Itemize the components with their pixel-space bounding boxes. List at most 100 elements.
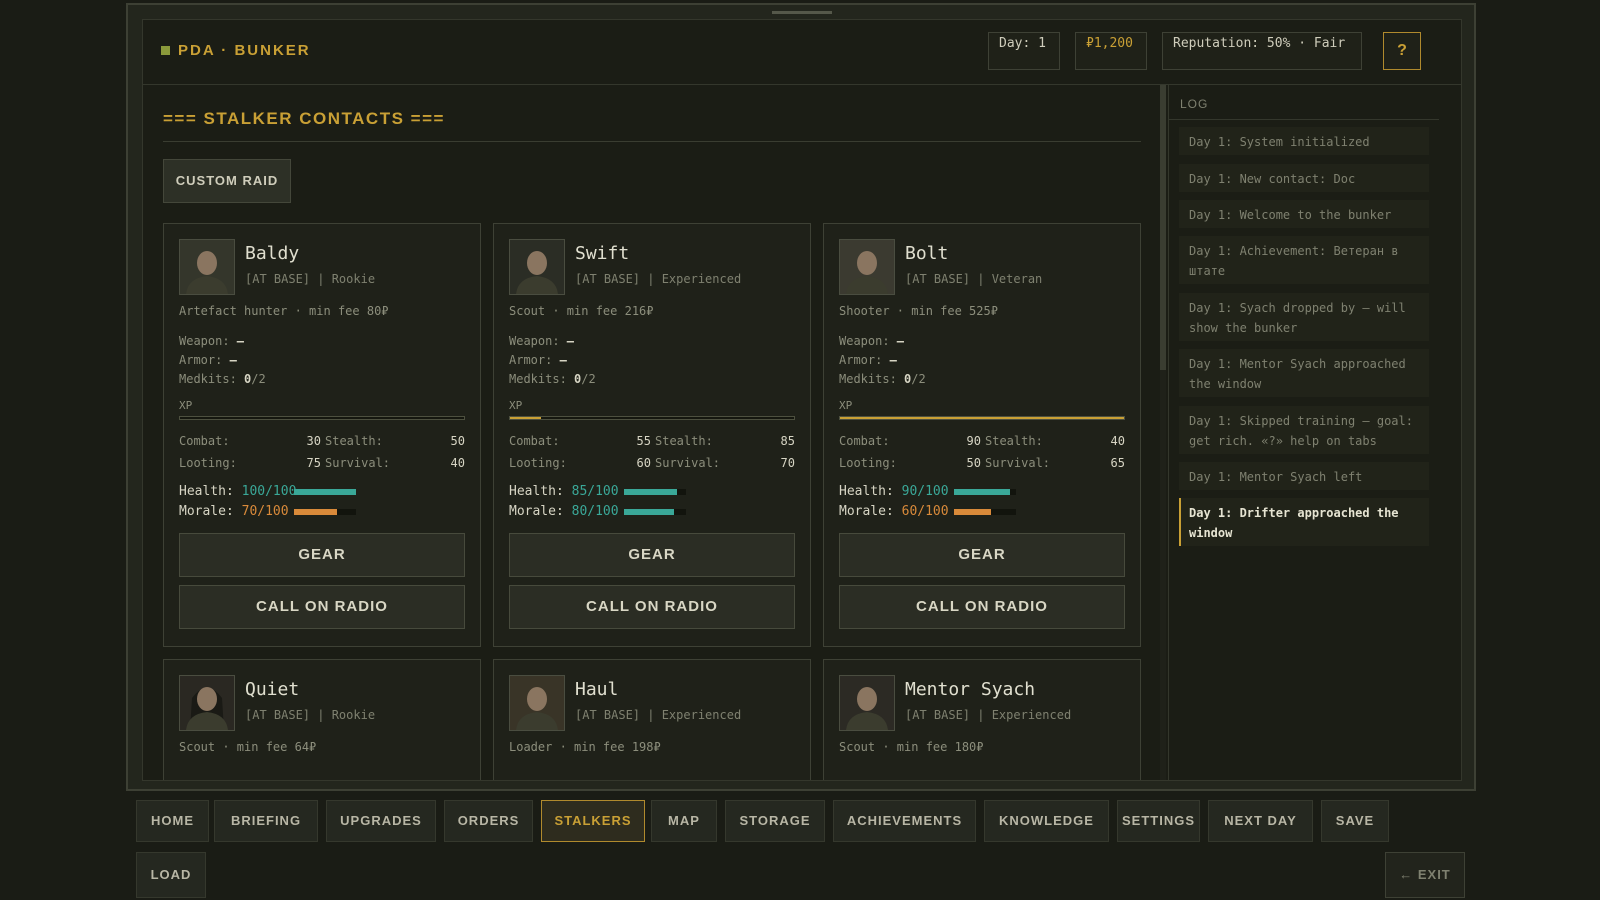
weapon-line: Weapon: — [509, 334, 574, 348]
load-button[interactable]: LOAD [136, 852, 206, 898]
call-on-radio-button[interactable]: CALL ON RADIO [179, 585, 465, 629]
morale-value: 60/100 [901, 504, 949, 519]
log-entry: Day 1: Welcome to the bunker [1179, 200, 1429, 228]
nav-tab-stalkers[interactable]: STALKERS [541, 800, 645, 842]
health-value: 85/100 [571, 484, 619, 499]
call-on-radio-button[interactable]: CALL ON RADIO [509, 585, 795, 629]
scrollbar-thumb[interactable] [1160, 85, 1166, 370]
armor-label: Armor: [179, 353, 230, 367]
stalker-card: Swift [AT BASE] | Experienced Scout · min … [493, 223, 811, 647]
stalker-name: Bolt [905, 243, 949, 264]
health-label: Health: [839, 484, 902, 499]
section-divider [163, 141, 1141, 142]
xp-bar [509, 416, 795, 420]
stalker-role-fee: Loader · min fee 198₽ [509, 740, 661, 754]
weapon-value: — [236, 334, 245, 348]
log-entry: Day 1: Mentor Syach left [1179, 462, 1429, 490]
morale-value: 70/100 [241, 504, 289, 519]
morale-bar-fill [624, 509, 674, 515]
weapon-line: Weapon: — [839, 334, 904, 348]
header: PDA · BUNKER Day: 1 ₽1,200 Reputation: 5… [143, 20, 1461, 85]
stalker-portrait [509, 239, 565, 295]
nav-tab-home[interactable]: HOME [136, 800, 209, 842]
stalker-portrait-icon [180, 676, 234, 730]
stalker-portrait-icon [510, 240, 564, 294]
looting-label: Looting: [179, 456, 237, 470]
log-divider [1169, 119, 1439, 120]
frame-handle [772, 11, 832, 14]
nav-tab-knowledge[interactable]: KNOWLEDGE [984, 800, 1109, 842]
stealth-label: Stealth: [325, 434, 383, 448]
stalker-name: Quiet [245, 679, 300, 700]
survival-label: Survival: [325, 456, 391, 470]
morale-line: Morale: 70/100 [179, 504, 289, 519]
looting-value: 50 [966, 456, 981, 470]
stalker-role-fee: Shooter · min fee 525₽ [839, 304, 998, 318]
weapon-value: — [566, 334, 575, 348]
gear-button[interactable]: GEAR [179, 533, 465, 577]
health-label: Health: [179, 484, 242, 499]
stalker-status: [AT BASE] | Experienced [905, 708, 1072, 722]
combat-label: Combat: [509, 434, 560, 448]
xp-label: XP [509, 399, 523, 412]
log-entry: Day 1: Skipped training — goal: get rich… [1179, 406, 1429, 454]
xp-bar-fill [510, 417, 542, 419]
log-panel: LOG Day 1: System initialized Day 1: New … [1168, 85, 1439, 780]
morale-bar-fill [294, 509, 338, 515]
morale-bar [294, 509, 356, 515]
armor-line: Armor: — [509, 353, 567, 367]
weapon-label: Weapon: [839, 334, 897, 348]
stalker-portrait [179, 675, 235, 731]
weapon-label: Weapon: [179, 334, 237, 348]
exit-button[interactable]: ← EXIT [1385, 852, 1465, 898]
stalker-role-fee: Artefact hunter · min fee 80₽ [179, 304, 389, 318]
custom-raid-button[interactable]: CUSTOM RAID [163, 159, 291, 203]
nav-tab-briefing[interactable]: BRIEFING [214, 800, 318, 842]
stalker-role-fee: Scout · min fee 180₽ [839, 740, 984, 754]
stalker-card: Quiet [AT BASE] | Rookie Scout · min fee 6… [163, 659, 481, 780]
log-entry: Day 1: System initialized [1179, 127, 1429, 155]
health-bar-fill [954, 489, 1010, 495]
log-entry: Day 1: Syach dropped by — will show the … [1179, 293, 1429, 341]
nav-tab-orders[interactable]: ORDERS [444, 800, 533, 842]
nav-tab-map[interactable]: MAP [651, 800, 717, 842]
xp-bar [839, 416, 1125, 420]
log-entry: Day 1: New contact: Doc [1179, 164, 1429, 192]
survival-label: Survival: [655, 456, 721, 470]
combat-value: 90 [966, 434, 981, 448]
stalker-card: Baldy [AT BASE] | Rookie Artefact hunter ·… [163, 223, 481, 647]
nav-tab-storage[interactable]: STORAGE [725, 800, 825, 842]
stalker-portrait [839, 239, 895, 295]
health-bar [954, 489, 1016, 495]
weapon-line: Weapon: — [179, 334, 244, 348]
health-bar-fill [294, 489, 356, 495]
call-on-radio-button[interactable]: CALL ON RADIO [839, 585, 1125, 629]
stalker-portrait [839, 675, 895, 731]
xp-bar [179, 416, 465, 420]
stalker-status: [AT BASE] | Experienced [575, 272, 742, 286]
health-bar [294, 489, 356, 495]
gear-button[interactable]: GEAR [509, 533, 795, 577]
log-title: LOG [1180, 97, 1209, 111]
survival-value: 70 [780, 456, 795, 470]
nav-tab-upgrades[interactable]: UPGRADES [326, 800, 436, 842]
morale-bar [954, 509, 1016, 515]
nav-tab-save[interactable]: SAVE [1321, 800, 1389, 842]
stealth-label: Stealth: [655, 434, 713, 448]
combat-value: 55 [636, 434, 651, 448]
medkits-max: /2 [251, 372, 266, 386]
stalker-portrait [509, 675, 565, 731]
nav-tab-settings[interactable]: SETTINGS [1117, 800, 1200, 842]
medkits-line: Medkits: 0/2 [179, 372, 266, 386]
help-button[interactable]: ? [1383, 32, 1421, 70]
pda-screen: PDA · BUNKER Day: 1 ₽1,200 Reputation: 5… [142, 19, 1462, 781]
nav-tab-next-day[interactable]: NEXT DAY [1208, 800, 1313, 842]
morale-line: Morale: 60/100 [839, 504, 949, 519]
xp-label: XP [179, 399, 193, 412]
gear-button[interactable]: GEAR [839, 533, 1125, 577]
nav-tab-achievements[interactable]: ACHIEVEMENTS [833, 800, 976, 842]
content-scrollbar[interactable] [1160, 85, 1166, 780]
stalker-card: Bolt [AT BASE] | Veteran Shooter · min fee… [823, 223, 1141, 647]
combat-label: Combat: [179, 434, 230, 448]
reputation-counter: Reputation: 50% · Fair [1162, 32, 1362, 70]
